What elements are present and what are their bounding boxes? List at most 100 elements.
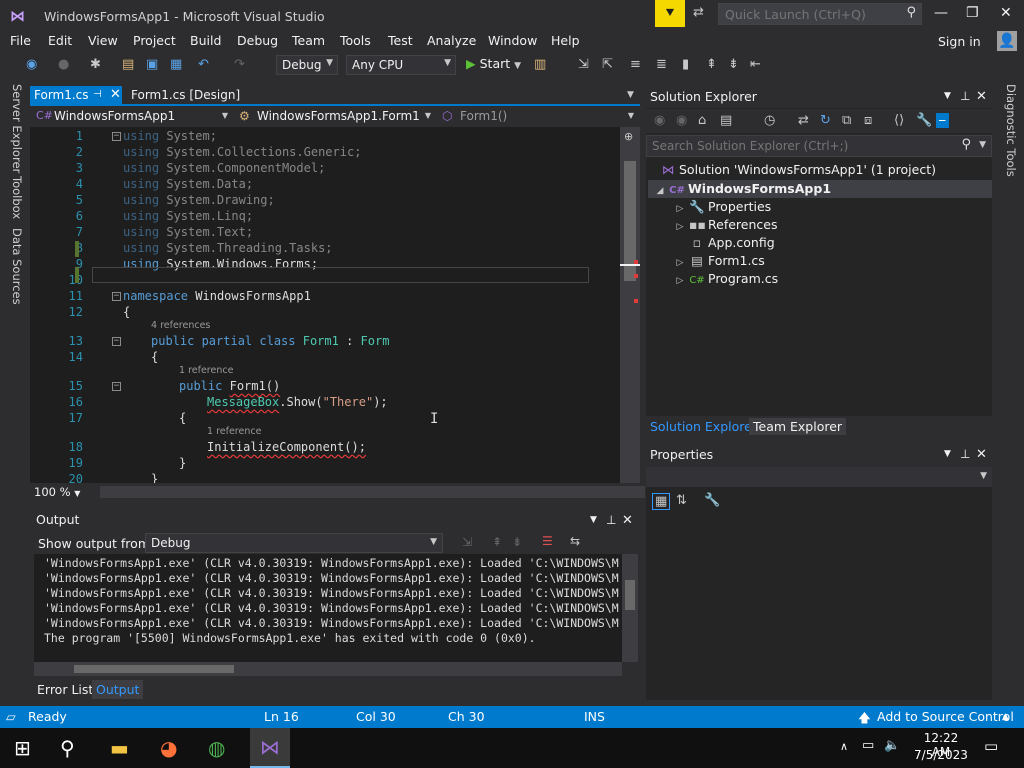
zoom-level-dropdown[interactable]: 100 % ▼ bbox=[34, 485, 80, 499]
back-icon[interactable]: ◉ bbox=[654, 113, 665, 128]
menu-test[interactable]: Test bbox=[388, 33, 413, 48]
tree-item-program-cs[interactable]: ▷ C# Program.cs bbox=[674, 271, 779, 286]
project-nav-dropdown[interactable]: C# WindowsFormsApp1 ▼ bbox=[32, 108, 232, 126]
panel-menu-icon[interactable]: ▼ bbox=[590, 515, 597, 525]
menu-tools[interactable]: Tools bbox=[340, 33, 371, 48]
tab-team-explorer[interactable]: Team Explorer bbox=[749, 418, 847, 435]
tab-form1-design[interactable]: Form1.cs [Design] bbox=[131, 88, 240, 102]
clock-date[interactable]: 7/5/2023 bbox=[913, 748, 969, 762]
expanded-triangle-icon[interactable]: ◢ bbox=[654, 186, 666, 196]
close-window-icon[interactable]: ✕ bbox=[1000, 5, 1012, 21]
close-panel-icon[interactable]: ✕ bbox=[976, 89, 987, 104]
tree-item-references[interactable]: ▷ ▪▪ References bbox=[674, 217, 778, 232]
quick-launch-input[interactable] bbox=[719, 4, 899, 24]
feedback-filter-icon[interactable]: ⯆ bbox=[655, 0, 685, 27]
tab-error-list[interactable]: Error List bbox=[37, 682, 93, 697]
show-all-files-icon[interactable]: ⧈ bbox=[864, 113, 872, 128]
class-nav-dropdown[interactable]: ⚙ WindowsFormsApp1.Form1 ▼ bbox=[235, 108, 435, 126]
collapsed-triangle-icon[interactable]: ▷ bbox=[674, 276, 686, 286]
tree-item-form1-cs[interactable]: ▷ ▤ Form1.cs bbox=[674, 253, 765, 268]
split-icon[interactable]: ⊕ bbox=[624, 130, 633, 143]
collapse-icon[interactable]: − bbox=[112, 337, 121, 346]
find-message-icon[interactable]: ⇲ bbox=[462, 535, 472, 549]
menu-analyze[interactable]: Analyze bbox=[427, 33, 476, 48]
tab-server-explorer[interactable]: Server Explorer bbox=[10, 84, 24, 173]
panel-menu-icon[interactable]: ▼ bbox=[944, 449, 951, 459]
menu-window[interactable]: Window bbox=[488, 33, 537, 48]
bookmark-prev-icon[interactable]: ⇞ bbox=[706, 57, 717, 72]
sign-in-link[interactable]: Sign in bbox=[938, 34, 981, 49]
solution-search-box[interactable]: ⚲ ▼ bbox=[646, 135, 992, 157]
save-all-icon[interactable]: ▦ bbox=[170, 57, 182, 72]
tree-item-project[interactable]: ◢ C# WindowsFormsApp1 bbox=[654, 181, 831, 196]
editor-horizontal-scrollbar[interactable] bbox=[100, 486, 645, 498]
home-icon[interactable]: ⌂ bbox=[698, 113, 706, 128]
next-message-icon[interactable]: ⇟ bbox=[512, 535, 522, 549]
tab-overflow-icon[interactable]: ▼ bbox=[627, 90, 634, 100]
undo-icon[interactable]: ↶ bbox=[198, 57, 209, 72]
pin-icon[interactable]: ⊥ bbox=[960, 447, 970, 461]
close-panel-icon[interactable]: ✕ bbox=[976, 447, 987, 462]
pending-changes-icon[interactable]: ◷ bbox=[764, 113, 775, 128]
editor-vertical-scrollbar[interactable]: ⊕ bbox=[620, 127, 640, 483]
navigate-back-icon[interactable]: ◉ bbox=[26, 57, 37, 72]
codelens-references[interactable]: 4 references bbox=[151, 320, 210, 331]
pin-icon[interactable]: ⊥ bbox=[960, 89, 970, 103]
save-icon[interactable]: ▣ bbox=[146, 57, 158, 72]
properties-object-dropdown[interactable]: ▼ bbox=[646, 467, 992, 487]
start-debugging-button[interactable]: ▶ Start ▼ bbox=[466, 56, 521, 71]
chevron-down-icon[interactable]: ▼ bbox=[979, 140, 986, 150]
tab-output[interactable]: Output bbox=[92, 680, 144, 699]
toggle-icon[interactable]: ⇱ bbox=[602, 57, 613, 72]
file-explorer-icon[interactable]: ▬ bbox=[110, 736, 129, 760]
search-icon[interactable]: ⚲ bbox=[906, 5, 916, 20]
property-pages-icon[interactable]: 🔧 bbox=[704, 493, 720, 508]
chevron-up-icon[interactable]: ▲ bbox=[1002, 712, 1009, 722]
refresh-icon[interactable]: ↻ bbox=[820, 113, 831, 128]
step-icon[interactable]: ⇲ bbox=[578, 57, 589, 72]
pin-icon[interactable]: ⊥ bbox=[606, 513, 616, 527]
pin-icon[interactable]: ⊣ bbox=[93, 89, 102, 100]
tab-form1-cs[interactable]: Form1.cs ⊣ ✕ bbox=[30, 86, 122, 106]
navigate-forward-icon[interactable]: ● bbox=[58, 57, 69, 72]
visual-studio-taskbar-icon[interactable]: ⋈ bbox=[250, 728, 290, 768]
search-icon[interactable]: ⚲ bbox=[961, 137, 971, 152]
menu-build[interactable]: Build bbox=[190, 33, 221, 48]
codelens-references[interactable]: 1 reference bbox=[179, 365, 233, 376]
restore-icon[interactable]: ❐ bbox=[966, 5, 979, 21]
comment-icon[interactable]: ≡ bbox=[630, 57, 641, 72]
open-file-icon[interactable]: ▤ bbox=[122, 57, 134, 72]
chevron-up-icon[interactable]: ∧ bbox=[840, 740, 848, 753]
switch-views-icon[interactable]: ▤ bbox=[720, 113, 732, 128]
solution-search-input[interactable] bbox=[647, 136, 947, 156]
preview-selected-icon[interactable]: ⎯ bbox=[936, 113, 949, 128]
output-horizontal-scrollbar[interactable] bbox=[34, 662, 622, 676]
code-editor[interactable]: 1 2 3 4 5 6 7 8 9 10 11 12 13 14 15 16 1… bbox=[30, 127, 620, 483]
view-code-icon[interactable]: ⟨⟩ bbox=[894, 113, 904, 128]
sync-icon[interactable]: ⇄ bbox=[798, 113, 809, 128]
quick-launch-box[interactable]: ⚲ bbox=[718, 3, 922, 25]
codelens-references[interactable]: 1 reference bbox=[207, 426, 261, 437]
menu-team[interactable]: Team bbox=[292, 33, 325, 48]
word-wrap-icon[interactable]: ⇆ bbox=[570, 534, 580, 548]
prev-message-icon[interactable]: ⇞ bbox=[492, 535, 502, 549]
volume-icon[interactable]: 🔈 bbox=[884, 738, 900, 753]
output-vertical-scrollbar[interactable] bbox=[622, 554, 638, 662]
chrome-icon[interactable]: ◍ bbox=[208, 736, 225, 760]
clear-all-icon[interactable]: ☰ bbox=[542, 534, 553, 548]
output-text-area[interactable]: 'WindowsFormsApp1.exe' (CLR v4.0.30319: … bbox=[34, 554, 622, 662]
notifications-icon[interactable]: ▭ bbox=[984, 737, 998, 755]
bookmark-next-icon[interactable]: ⇟ bbox=[728, 57, 739, 72]
menu-debug[interactable]: Debug bbox=[237, 33, 278, 48]
collapse-icon[interactable]: − bbox=[112, 382, 121, 391]
scroll-thumb[interactable] bbox=[74, 665, 234, 673]
live-share-icon[interactable]: ⇄ bbox=[693, 5, 704, 20]
bookmark-icon[interactable]: ▮ bbox=[682, 57, 689, 72]
close-tab-icon[interactable]: ✕ bbox=[110, 87, 121, 102]
panel-menu-icon[interactable]: ▼ bbox=[944, 91, 951, 101]
bookmark-clear-icon[interactable]: ⇤ bbox=[750, 57, 761, 72]
user-avatar-icon[interactable]: 👤 bbox=[997, 31, 1017, 51]
network-icon[interactable]: ▭ bbox=[862, 738, 874, 753]
collapsed-triangle-icon[interactable]: ▷ bbox=[674, 204, 686, 214]
new-project-icon[interactable]: ✱ bbox=[90, 57, 101, 72]
